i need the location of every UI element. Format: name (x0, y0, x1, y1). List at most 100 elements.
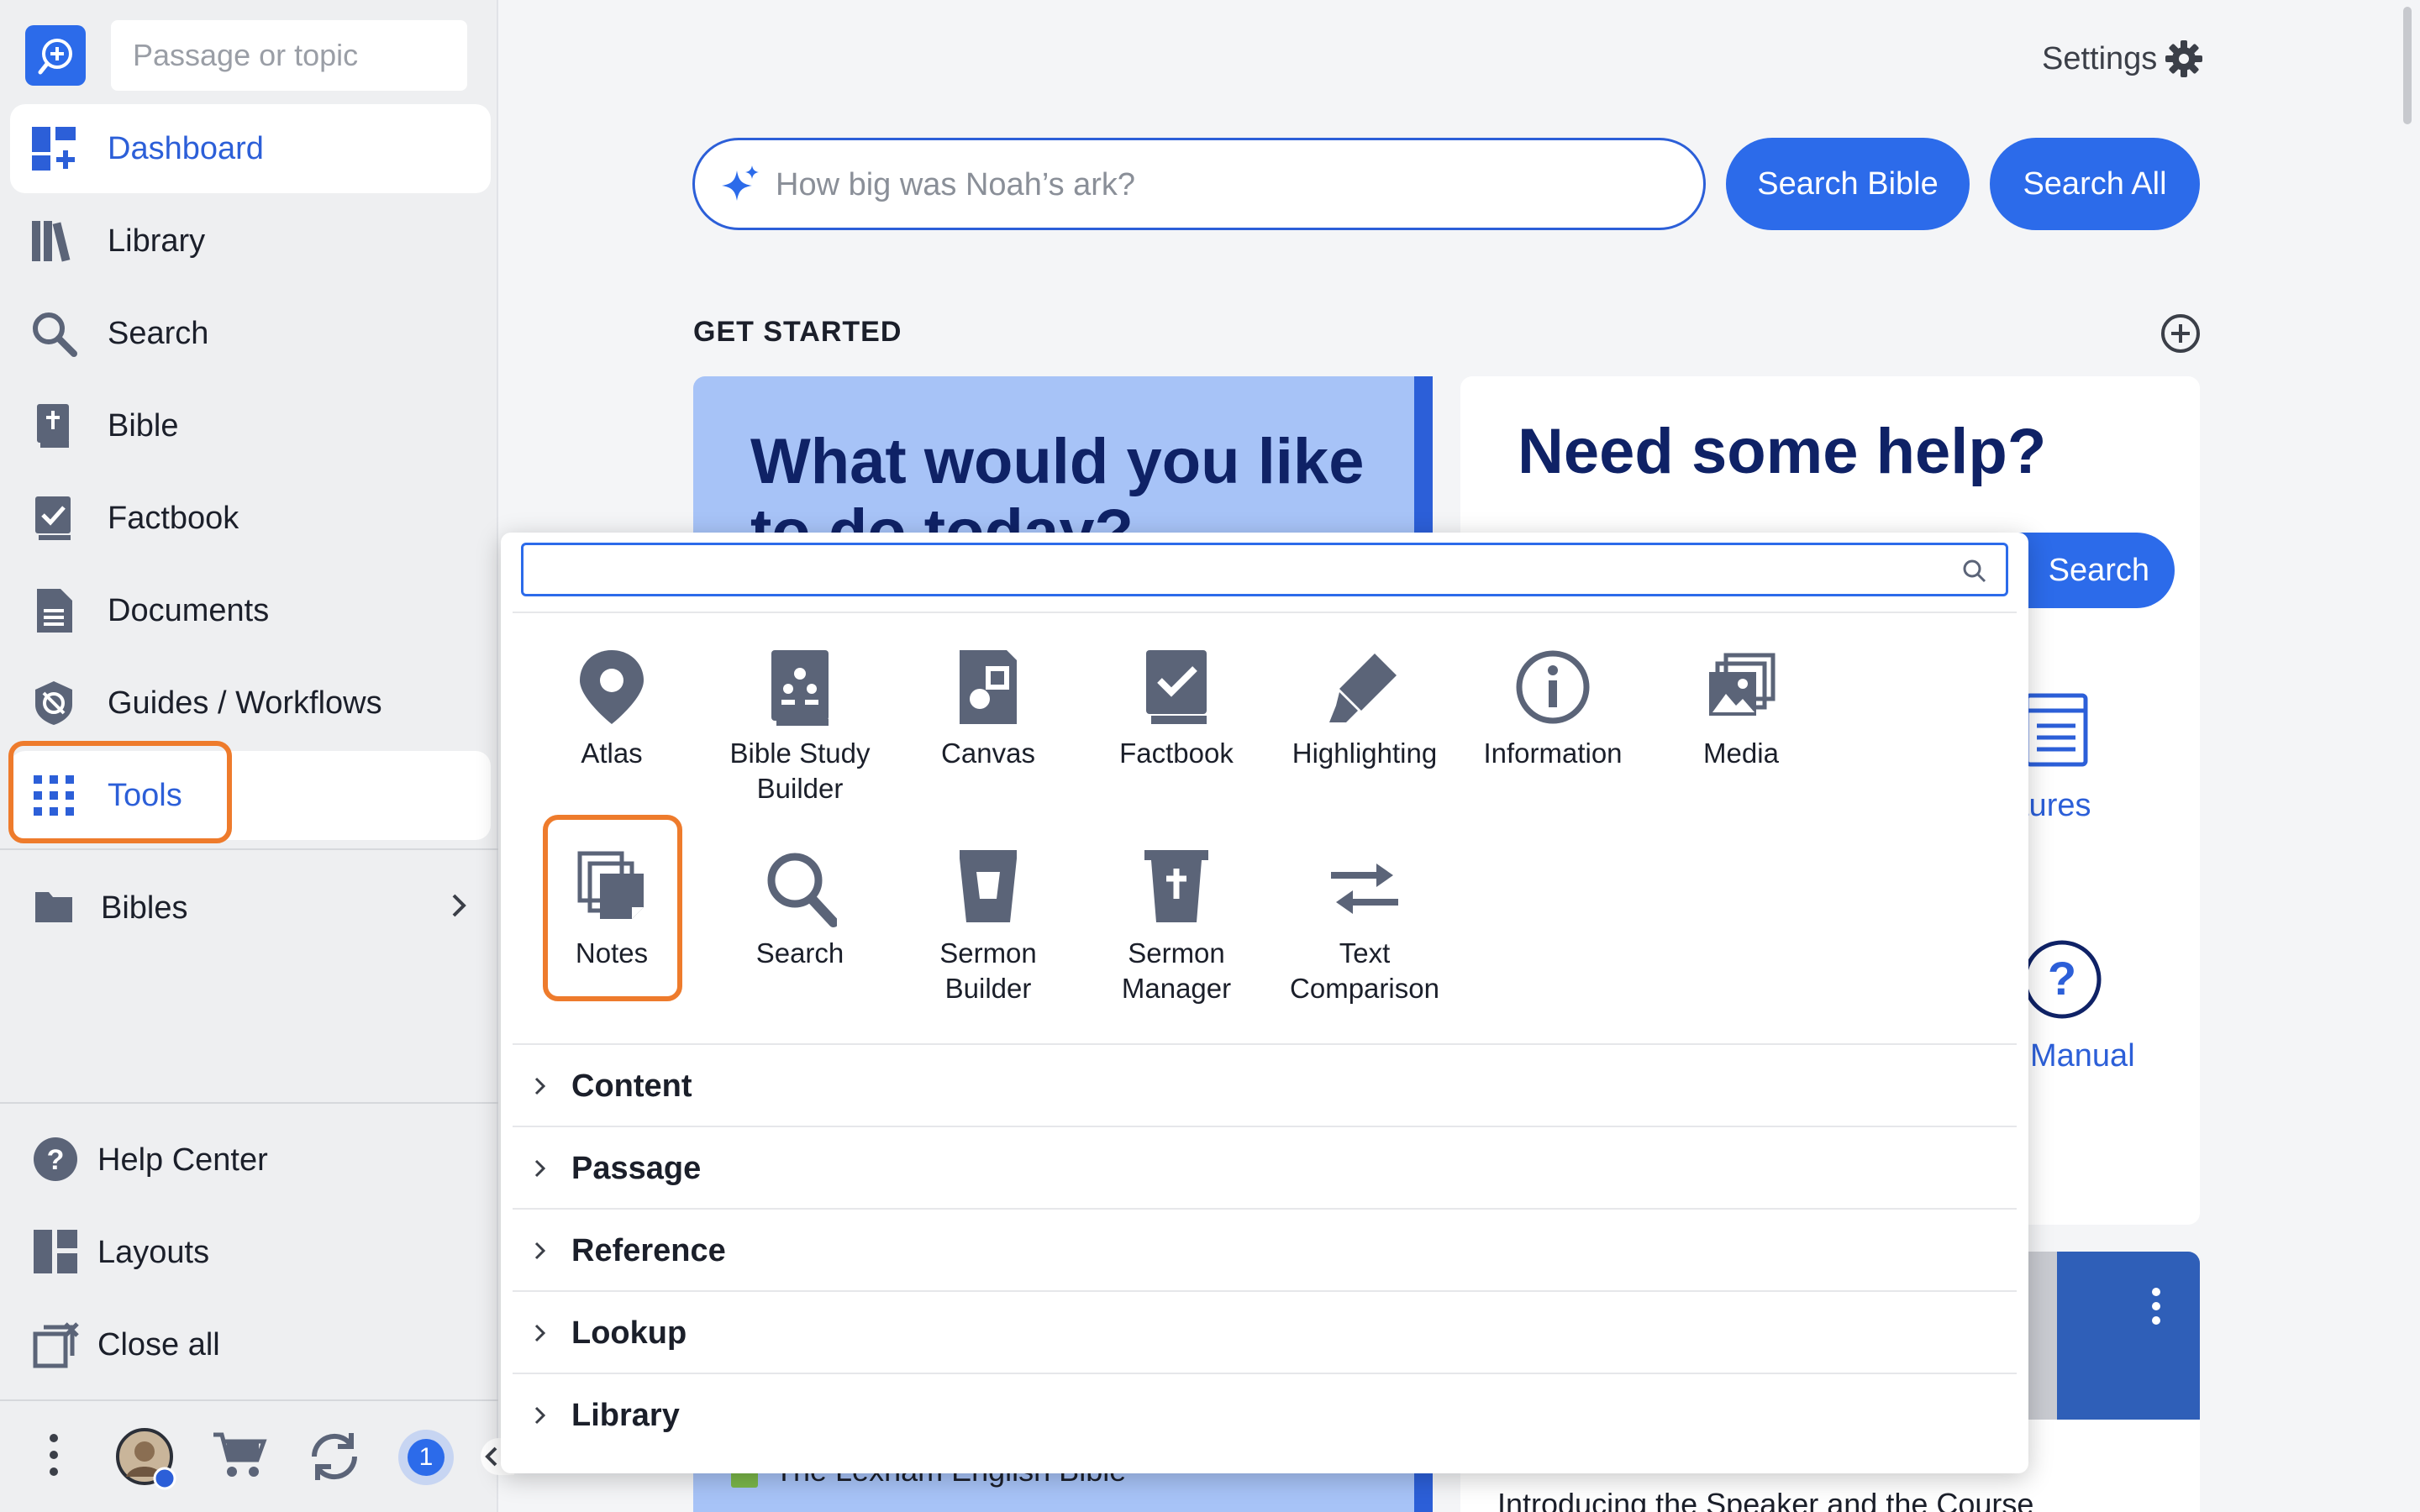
sidebar-divider (0, 848, 498, 850)
sidebar-item-factbook[interactable]: Factbook (10, 474, 491, 563)
footer-label: Layouts (97, 1235, 210, 1270)
footer-label: Help Center (97, 1142, 268, 1178)
sidebar-item-label: Search (108, 315, 209, 351)
question-circle-icon[interactable]: ? (2020, 937, 2104, 1021)
sidebar-item-search[interactable]: Search (10, 289, 491, 378)
sidebar-item-label: Bible (108, 407, 179, 444)
tool-label: Text Comparison (1290, 937, 1439, 1004)
sidebar-item-bible[interactable]: Bible (10, 381, 491, 470)
sidebar-bottom-bar: 1 (0, 1401, 498, 1512)
guides-shield-icon (35, 681, 72, 725)
tool-information[interactable]: Information (1469, 638, 1637, 806)
sync-icon[interactable] (306, 1430, 363, 1483)
layouts-icon (34, 1230, 77, 1273)
tool-label: Sermon Builder (939, 937, 1037, 1004)
tool-sermon-manager[interactable]: Sermon Manager (1092, 838, 1260, 1006)
close-all-link[interactable]: Close all (10, 1302, 491, 1386)
help-center-link[interactable]: ? Help Center (10, 1117, 491, 1201)
tool-atlas[interactable]: Atlas (528, 638, 696, 806)
add-circle-icon[interactable] (2160, 312, 2202, 354)
section-passage[interactable]: Passage (513, 1126, 2017, 1208)
chevron-left-icon (485, 1446, 497, 1467)
folder-icon (35, 892, 72, 922)
section-label: Lookup (571, 1315, 687, 1351)
svg-text:?: ? (2048, 952, 2076, 1005)
highlighter-icon (1329, 654, 1397, 722)
sidebar-item-label: Library (108, 223, 206, 259)
sermon-builder-icon (960, 850, 1017, 922)
factbook-icon (35, 496, 71, 540)
chevron-right-icon (534, 1159, 546, 1178)
ai-question-box[interactable] (692, 138, 1706, 230)
more-vertical-icon[interactable] (2149, 1285, 2163, 1327)
settings-button[interactable]: Settings (2042, 40, 2203, 77)
tool-canvas[interactable]: Canvas (904, 638, 1072, 806)
chevron-right-icon (534, 1077, 546, 1095)
tool-label: Highlighting (1292, 738, 1438, 769)
help-circle-icon: ? (34, 1137, 77, 1181)
manual-link[interactable]: Manual (2030, 1038, 2135, 1074)
tools-highlight-outline (8, 741, 232, 843)
footer-label: Close all (97, 1327, 220, 1362)
tool-label: Media (1703, 738, 1779, 769)
section-reference[interactable]: Reference (513, 1208, 2017, 1290)
tool-highlighting[interactable]: Highlighting (1281, 638, 1449, 806)
map-pin-icon (580, 650, 644, 724)
tools-search-box[interactable] (521, 543, 2008, 596)
folder-label: Bibles (101, 890, 188, 926)
search-all-button[interactable]: Search All (1990, 138, 2200, 230)
tool-factbook[interactable]: Factbook (1092, 638, 1260, 806)
video-thumbnail-accent (2057, 1252, 2200, 1420)
close-all-icon (33, 1322, 79, 1368)
gear-icon (2165, 40, 2203, 77)
more-vertical-icon[interactable] (47, 1430, 60, 1480)
tool-text-comparison[interactable]: Text Comparison (1281, 838, 1449, 1006)
section-library[interactable]: Library (513, 1373, 2017, 1455)
section-lookup[interactable]: Lookup (513, 1290, 2017, 1373)
ai-question-input[interactable] (776, 155, 1683, 214)
section-title: GET STARTED (693, 316, 902, 348)
tool-sermon-builder[interactable]: Sermon Builder (904, 838, 1072, 1006)
notifications-badge[interactable]: 1 (398, 1430, 454, 1485)
scrollbar[interactable] (2403, 7, 2412, 124)
cart-icon[interactable] (212, 1430, 267, 1480)
sidebar-item-label: Guides / Workflows (108, 685, 382, 721)
layouts-link[interactable]: Layouts (10, 1210, 491, 1294)
compare-arrows-icon (1331, 864, 1398, 914)
section-label: Content (571, 1068, 692, 1104)
chevron-right-icon (452, 894, 466, 917)
features-link[interactable]: tures (2020, 788, 2091, 824)
tool-bible-study-builder[interactable]: Bible Study Builder (716, 638, 884, 806)
sidebar-item-guides[interactable]: Guides / Workflows (10, 659, 491, 748)
video-title: Introducing the Speaker and the Course (1497, 1487, 2034, 1512)
info-circle-icon (1516, 650, 1590, 724)
section-label: Passage (571, 1151, 702, 1186)
sidebar-item-documents[interactable]: Documents (10, 566, 491, 655)
tool-label: Atlas (581, 738, 643, 769)
passage-search-input[interactable] (111, 20, 467, 91)
search-bible-button[interactable]: Search Bible (1726, 138, 1970, 230)
tool-media[interactable]: Media (1657, 638, 1825, 806)
tool-label: Search (755, 937, 844, 969)
chevron-right-icon (534, 1324, 546, 1342)
library-books-icon (32, 221, 71, 262)
search-icon (33, 312, 77, 357)
sidebar-divider (0, 1102, 498, 1104)
app-logo-icon[interactable] (25, 25, 86, 86)
canvas-icon (960, 650, 1017, 724)
tools-search-input[interactable] (540, 552, 1935, 589)
sidebar-folder-bibles[interactable]: Bibles (10, 867, 491, 951)
sidebar-item-dashboard[interactable]: Dashboard (10, 104, 491, 193)
tool-search[interactable]: Search (716, 838, 884, 1006)
features-icon[interactable] (2023, 689, 2091, 769)
sidebar-item-library[interactable]: Library (10, 197, 491, 286)
section-label: Reference (571, 1233, 726, 1268)
tool-label: Information (1483, 738, 1623, 769)
section-content[interactable]: Content (513, 1043, 2017, 1126)
chevron-right-icon (534, 1242, 546, 1260)
search-icon (1963, 559, 1986, 583)
chevron-right-icon (534, 1406, 546, 1425)
document-icon (37, 589, 72, 633)
sidebar-item-label: Dashboard (108, 130, 264, 166)
user-avatar-icon[interactable] (114, 1426, 178, 1490)
